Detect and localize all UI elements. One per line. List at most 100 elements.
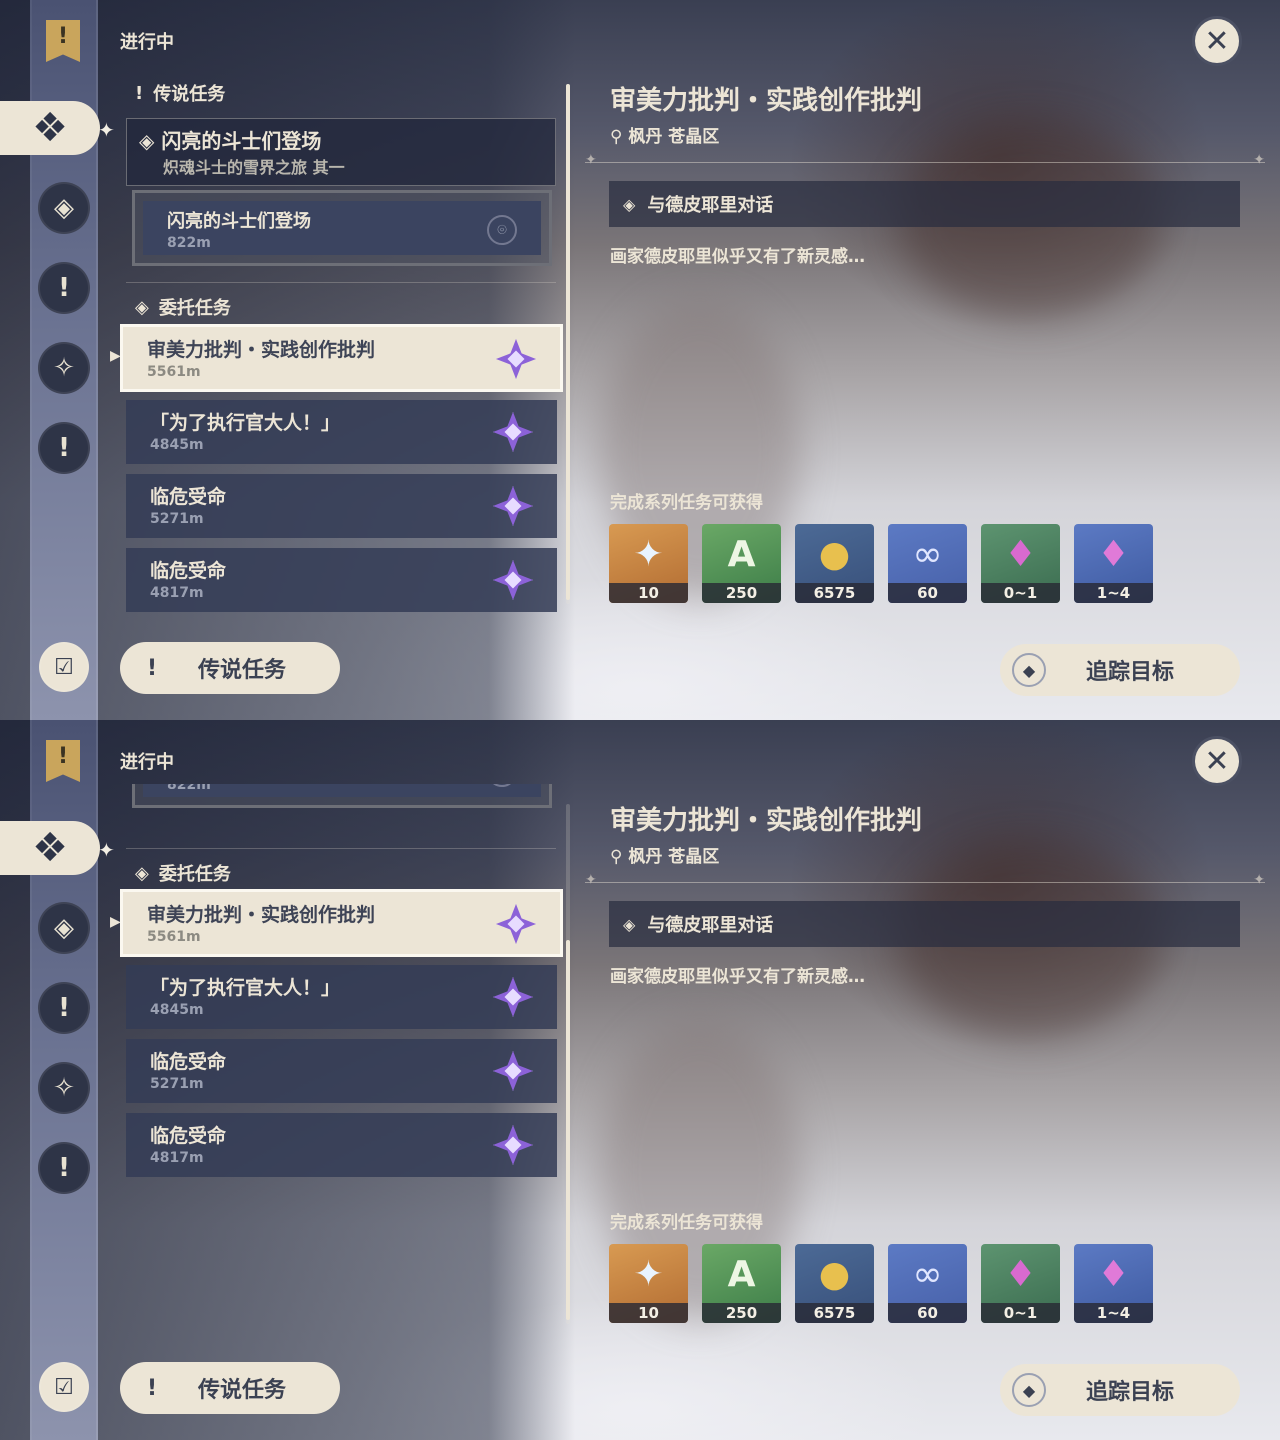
commission-title: 审美力批判・实践创作批判 <box>147 339 376 361</box>
reward-crystal-chunk[interactable]: ♦ 0~1 <box>981 524 1060 603</box>
rail-world-quest-icon[interactable]: ◈ <box>38 182 90 234</box>
reward-companionship-exp[interactable]: ∞ 60 <box>888 524 967 603</box>
commission-item[interactable]: 临危受命 4817m <box>126 548 557 612</box>
reward-count: 60 <box>888 1303 967 1323</box>
reward-count: 250 <box>702 583 781 603</box>
rail-event-quest-icon[interactable]: ! <box>38 422 90 474</box>
objective-text: 与德皮耶里对话 <box>647 915 774 936</box>
detail-title: 审美力批判・实践创作批判 <box>610 806 923 836</box>
map-pin-icon[interactable]: ⌾ <box>487 215 517 245</box>
reward-count: 250 <box>702 1303 781 1323</box>
track-target-button[interactable]: ◆ 追踪目标 <box>1000 644 1240 696</box>
objective-text: 与德皮耶里对话 <box>647 195 774 216</box>
adventure-exp-icon: A <box>727 533 756 575</box>
commission-item[interactable]: 审美力批判・实践创作批判 5561m <box>120 889 563 957</box>
sparkle-icon: ✦ <box>98 838 115 862</box>
scroll-thumb[interactable] <box>566 940 570 1320</box>
scroll-thumb[interactable] <box>566 84 570 600</box>
legend-quest-title: ◈ 闪亮的斗士们登场 <box>139 129 322 153</box>
legend-filter-button[interactable]: ! 传说任务 <box>120 1362 340 1414</box>
commission-diamond-icon: ◈ <box>135 296 149 318</box>
divider <box>126 848 556 849</box>
objective-bar: ◈ 与德皮耶里对话 <box>609 901 1240 947</box>
reward-mora[interactable]: ● 6575 <box>795 1244 874 1323</box>
step-title: 闪亮的斗士们登场 <box>167 211 311 232</box>
reward-count: 10 <box>609 583 688 603</box>
crystal-cluster-icon: ♦ <box>1097 533 1130 575</box>
detail-location: ⚲ 枫丹 苍晶区 <box>610 127 720 147</box>
rail-story-quest-icon[interactable]: ! <box>38 982 90 1034</box>
rail-archon-quest-icon[interactable]: ✧ <box>38 1062 90 1114</box>
commission-distance: 4845m <box>150 437 204 453</box>
commission-item[interactable]: 「为了执行官大人！」 4845m <box>126 965 557 1029</box>
reward-crystal-cluster[interactable]: ♦ 1~4 <box>1074 524 1153 603</box>
quest-list-scrollbar[interactable] <box>566 804 570 1324</box>
commission-distance: 5561m <box>147 364 201 380</box>
quest-list-scrollbar[interactable] <box>566 84 570 604</box>
commission-item[interactable]: 「为了执行官大人！」 4845m <box>126 400 557 464</box>
commission-title: 审美力批判・实践创作批判 <box>147 904 376 926</box>
reward-adventure-exp[interactable]: A 250 <box>702 1244 781 1323</box>
track-diamond-icon: ◆ <box>1012 653 1046 687</box>
legend-quest-step[interactable]: 闪亮的斗士们登场 822m ⌾ <box>132 190 552 266</box>
legend-quest-header[interactable]: ◈ 闪亮的斗士们登场 炽魂斗士的雪界之旅 其一 <box>126 118 556 186</box>
commission-title: 临危受命 <box>150 1125 227 1147</box>
commission-distance: 5271m <box>150 511 204 527</box>
detail-description: 画家德皮耶里似乎又有了新灵感… <box>610 247 865 267</box>
commission-title: 临危受命 <box>150 1051 227 1073</box>
quest-log-settings-icon[interactable]: ☑ <box>39 1362 89 1412</box>
close-button[interactable]: ✕ <box>1192 736 1242 786</box>
legend-exclamation-icon: ! <box>135 82 144 104</box>
reward-adventure-exp[interactable]: A 250 <box>702 524 781 603</box>
rewards-label: 完成系列任务可获得 <box>610 1213 763 1233</box>
section-title: 委托任务 <box>158 864 231 885</box>
rail-archon-quest-icon[interactable]: ✧ <box>38 342 90 394</box>
reward-count: 1~4 <box>1074 583 1153 603</box>
step-distance: 822m <box>167 235 211 251</box>
button-label: 传说任务 <box>198 1378 287 1403</box>
reward-count: 1~4 <box>1074 1303 1153 1323</box>
section-title: 传说任务 <box>153 84 226 105</box>
adventure-exp-icon: A <box>727 1253 756 1295</box>
legend-exclamation-icon: ! <box>146 655 158 681</box>
rail-world-quest-icon[interactable]: ◈ <box>38 902 90 954</box>
commission-item[interactable]: 临危受命 5271m <box>126 1039 557 1103</box>
legend-quest-step[interactable]: 闪亮的斗士们登场 822m ⌾ <box>132 784 552 808</box>
close-button[interactable]: ✕ <box>1192 16 1242 66</box>
commission-item[interactable]: 审美力批判・实践创作批判 5561m <box>120 324 563 392</box>
ornament-divider <box>585 152 1265 168</box>
reward-crystal-chunk[interactable]: ♦ 0~1 <box>981 1244 1060 1323</box>
rail-event-quest-icon[interactable]: ! <box>38 1142 90 1194</box>
legend-filter-button[interactable]: ! 传说任务 <box>120 642 340 694</box>
reward-mora[interactable]: ● 6575 <box>795 524 874 603</box>
reward-primogem[interactable]: ✦ 10 <box>609 1244 688 1323</box>
status-header: 进行中 <box>120 752 174 773</box>
track-target-button[interactable]: ◆ 追踪目标 <box>1000 1364 1240 1416</box>
detail-location: ⚲ 枫丹 苍晶区 <box>610 847 720 867</box>
divider <box>126 282 556 283</box>
crystal-chunk-icon: ♦ <box>1004 1253 1037 1295</box>
rail-story-quest-icon[interactable]: ! <box>38 262 90 314</box>
commission-title: 「为了执行官大人！」 <box>150 977 341 999</box>
reward-count: 0~1 <box>981 1303 1060 1323</box>
rail-commission-active-icon[interactable]: ❖ <box>0 821 100 875</box>
commission-title: 「为了执行官大人！」 <box>150 412 341 434</box>
diamond-icon: ◈ <box>139 129 162 153</box>
location-pin-icon: ⚲ <box>610 127 629 147</box>
step-distance: 822m <box>167 784 211 793</box>
commission-item[interactable]: 临危受命 5271m <box>126 474 557 538</box>
commission-item[interactable]: 临危受命 4817m <box>126 1113 557 1177</box>
primogem-icon: ✦ <box>633 1253 664 1295</box>
reward-primogem[interactable]: ✦ 10 <box>609 524 688 603</box>
detail-description: 画家德皮耶里似乎又有了新灵感… <box>610 967 865 987</box>
commission-diamond-icon: ◈ <box>135 862 149 884</box>
reward-companionship-exp[interactable]: ∞ 60 <box>888 1244 967 1323</box>
objective-bar: ◈ 与德皮耶里对话 <box>609 181 1240 227</box>
rail-commission-active-icon[interactable]: ❖ <box>0 101 100 155</box>
quest-screen-scrolled: ! ❖ ✦ ◈ ! ✧ ! ☑ 进行中 ✕ 闪亮的斗士们登场 822m ⌾ ◈ … <box>0 720 1280 1440</box>
clipped-list-top: 闪亮的斗士们登场 822m ⌾ <box>126 784 566 846</box>
quest-log-settings-icon[interactable]: ☑ <box>39 642 89 692</box>
objective-diamond-icon: ◈ <box>623 914 636 934</box>
legend-section-header: ! 传说任务 <box>135 80 225 106</box>
reward-crystal-cluster[interactable]: ♦ 1~4 <box>1074 1244 1153 1323</box>
